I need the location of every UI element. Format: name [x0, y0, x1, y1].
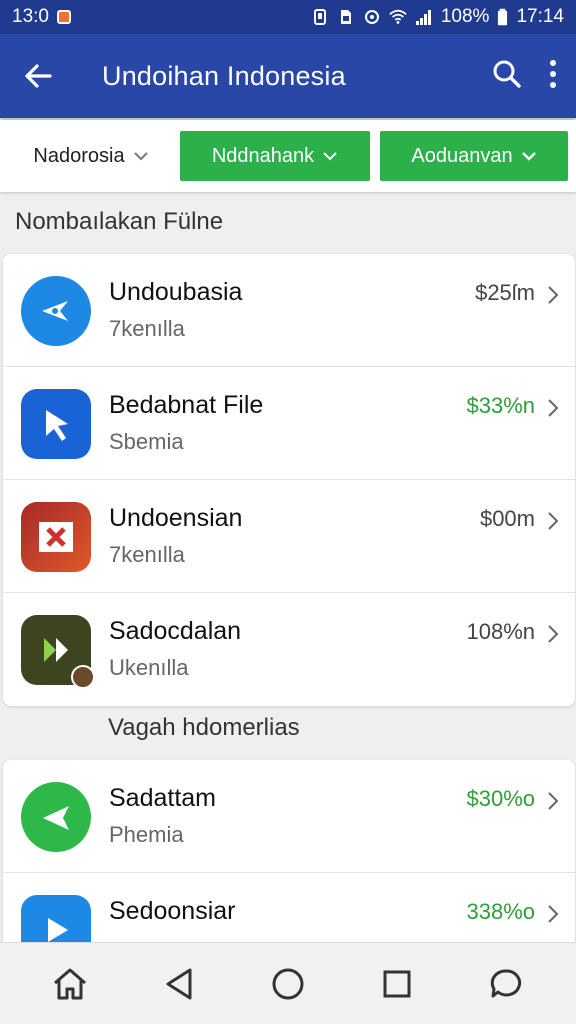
list-item[interactable]: Sadattam Phemia $30%o	[3, 760, 575, 873]
chevron-right-icon	[548, 905, 559, 923]
item-subtitle: Ukenılla	[109, 655, 189, 680]
chevron-right-icon	[548, 286, 559, 304]
item-name: Sedoonsiar	[109, 897, 236, 925]
play-forward-icon	[21, 615, 95, 689]
nav-home-button[interactable]	[46, 960, 94, 1008]
status-time-right: 17:14	[516, 6, 564, 27]
chevron-down-icon	[521, 152, 536, 161]
arrow-left-icon	[25, 64, 52, 88]
filter-dropdown-2[interactable]: Nddnahank	[180, 131, 370, 181]
app-bar: Undoihan Indonesia	[0, 34, 576, 118]
filter-bar: Nadorosia Nddnahank Aoduanvan	[0, 120, 576, 192]
search-button[interactable]	[492, 59, 522, 94]
more-vert-icon	[550, 59, 556, 88]
item-subtitle: Phemia	[109, 822, 184, 847]
status-bar: 13:0 108% 17:14	[0, 0, 576, 34]
status-time-left: 13:0	[12, 6, 49, 27]
item-price: $30%o	[466, 786, 535, 811]
battery-percent: 108%	[440, 6, 490, 27]
item-price: 108%n	[466, 619, 535, 644]
search-icon	[493, 60, 521, 88]
system-nav-bar	[0, 942, 576, 1024]
chevron-down-icon	[323, 152, 337, 161]
play-icon	[21, 895, 91, 942]
square-recents-icon	[383, 970, 411, 997]
chevron-down-icon	[133, 152, 148, 161]
chevron-right-icon	[548, 625, 559, 643]
vibrate-icon	[313, 9, 326, 25]
app-list-card-1: Undoubasia 7kenılla $25ſm Bedabnat File …	[3, 254, 575, 706]
nav-back-button[interactable]	[155, 960, 203, 1008]
item-price: $25ſm	[475, 280, 535, 305]
section-header-1: Nombaılakan Fülne	[15, 208, 224, 235]
list-item[interactable]: Undoensian 7kenılla $00m	[3, 480, 575, 593]
page-title: Undoihan Indonesia	[102, 60, 346, 91]
item-subtitle: 7kenılla	[109, 316, 185, 341]
chevron-right-icon	[548, 792, 559, 810]
more-options-button[interactable]	[548, 59, 558, 94]
item-name: Sadattam	[109, 784, 217, 812]
badge-icon	[71, 665, 95, 689]
back-button[interactable]	[18, 56, 58, 96]
cursor-icon	[21, 389, 91, 459]
filter-label: Nddnahank	[211, 144, 315, 167]
filter-dropdown-3[interactable]: Aoduanvan	[380, 131, 568, 181]
circle-home-icon	[272, 968, 304, 999]
filter-label: Nadorosia	[33, 144, 125, 167]
list-item[interactable]: Sedoonsiar 338%o	[3, 873, 575, 942]
item-subtitle: Sbemia	[109, 429, 184, 454]
item-name: Undoensian	[109, 504, 243, 532]
item-name: Bedabnat File	[109, 391, 264, 419]
item-price: 338%o	[466, 899, 535, 924]
send-icon	[21, 276, 91, 346]
item-name: Undoubasia	[109, 278, 243, 306]
back-triangle-icon	[166, 968, 192, 999]
app-list-card-2: Sadattam Phemia $30%o Sedoonsiar 338%o	[3, 760, 575, 942]
notification-icon	[56, 10, 71, 24]
nav-recents-button[interactable]	[373, 960, 421, 1008]
nav-home-circle-button[interactable]	[264, 960, 312, 1008]
filter-dropdown-1[interactable]: Nadorosia	[8, 131, 174, 181]
chevron-right-icon	[548, 399, 559, 417]
sim-icon	[340, 10, 351, 24]
home-icon	[54, 968, 87, 999]
item-name: Sadocdalan	[109, 617, 242, 645]
send-icon	[21, 782, 91, 852]
chevron-right-icon	[548, 512, 559, 530]
list-item[interactable]: Bedabnat File Sbemia $33%n	[3, 367, 575, 480]
list-item[interactable]: Undoubasia 7kenılla $25ſm	[3, 254, 575, 367]
item-price: $33%n	[466, 393, 535, 418]
chat-icon	[490, 968, 521, 997]
signal-icon	[415, 10, 431, 25]
item-price: $00m	[479, 506, 535, 531]
nav-assistant-button[interactable]	[482, 960, 530, 1008]
battery-icon	[498, 8, 508, 26]
item-subtitle: 7kenılla	[109, 542, 185, 567]
close-box-icon	[21, 502, 91, 572]
wifi-icon	[389, 9, 407, 24]
section-header-2: Vagah hdomerlias	[108, 714, 300, 741]
list-item[interactable]: Sadocdalan Ukenılla 108%n	[3, 593, 575, 706]
sync-icon	[364, 10, 379, 24]
filter-label: Aoduanvan	[411, 144, 513, 167]
